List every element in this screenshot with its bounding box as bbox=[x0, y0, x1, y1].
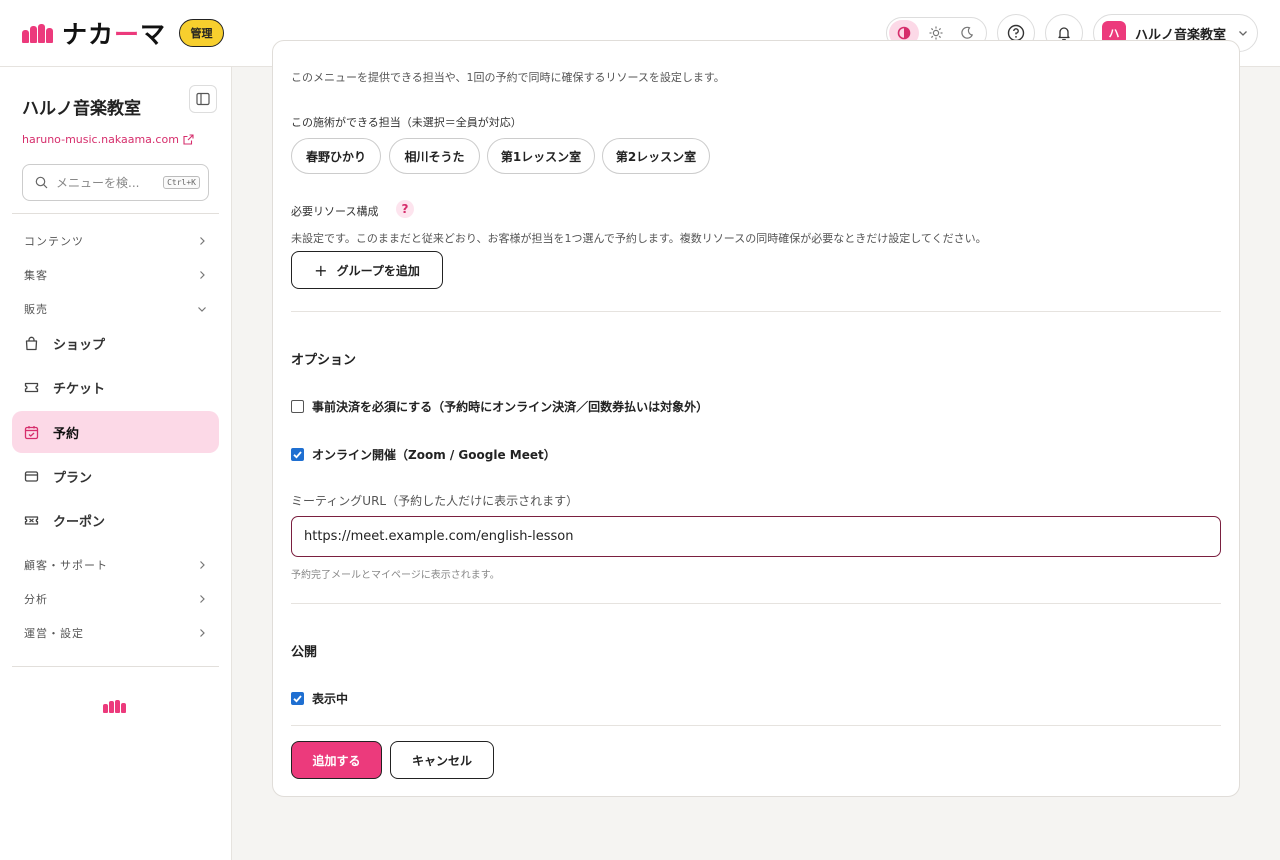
external-link-icon bbox=[183, 134, 194, 145]
chevron-right-icon bbox=[200, 595, 205, 603]
prepay-label: 事前決済を必須にする（予約時にオンライン決済／回数券払いは対象外） bbox=[312, 400, 709, 414]
sidebar-item-label: プラン bbox=[53, 470, 93, 486]
logo-text: ナカーマ bbox=[62, 20, 167, 49]
online-option[interactable]: オンライン開催（Zoom / Google Meet） bbox=[291, 446, 556, 463]
nakama-logo[interactable]: ナカーマ bbox=[22, 18, 167, 49]
sidebar-item-label: ショップ bbox=[53, 337, 106, 353]
shopping-bag-icon bbox=[25, 336, 38, 350]
chevron-right-icon bbox=[200, 271, 205, 279]
plus-icon: + bbox=[314, 260, 328, 280]
sidebar-group-analytics[interactable]: 分析 bbox=[12, 587, 219, 611]
resource-note: 未設定です。このままだと従来どおり、お客様が担当を1つ選んで予約します。複数リソ… bbox=[291, 232, 987, 245]
group-label: コンテンツ bbox=[24, 235, 84, 248]
staff-label: この施術ができる担当（未選択＝全員が対応） bbox=[291, 116, 522, 129]
meeting-url-input[interactable] bbox=[291, 516, 1221, 557]
sidebar-item-shop[interactable]: ショップ bbox=[12, 322, 219, 364]
bell-icon bbox=[1058, 27, 1070, 41]
prepay-option[interactable]: 事前決済を必須にする（予約時にオンライン決済／回数券払いは対象外） bbox=[291, 398, 708, 415]
meeting-url-label: ミーティングURL（予約した人だけに表示されます） bbox=[291, 494, 579, 508]
sidebar-item-label: クーポン bbox=[53, 514, 106, 530]
staff-chip[interactable]: 相川そうた bbox=[389, 138, 480, 174]
sidebar-group-sales[interactable]: 販売 bbox=[12, 297, 219, 321]
group-label: 販売 bbox=[24, 303, 48, 316]
help-question-icon[interactable]: ? bbox=[396, 200, 414, 218]
resource-description: このメニューを提供できる担当や、1回の予約で同時に確保するリソースを設定します。 bbox=[291, 71, 725, 84]
menu-search-input[interactable]: メニューを検... Ctrl+K bbox=[22, 164, 209, 201]
sidebar-site-title: ハルノ音楽教室 bbox=[22, 99, 141, 119]
cancel-button[interactable]: キャンセル bbox=[390, 741, 494, 779]
visible-checkbox[interactable] bbox=[291, 692, 304, 705]
contrast-icon bbox=[897, 26, 911, 40]
admin-badge: 管理 bbox=[179, 19, 224, 47]
options-title: オプション bbox=[291, 353, 357, 368]
sidebar-item-label: 予約 bbox=[53, 426, 80, 442]
calendar-check-icon bbox=[24, 425, 39, 439]
online-label: オンライン開催（Zoom / Google Meet） bbox=[312, 448, 556, 462]
visible-label: 表示中 bbox=[312, 692, 349, 706]
site-url-link[interactable]: haruno-music.nakaama.com bbox=[22, 133, 194, 146]
sidebar-divider bbox=[12, 213, 219, 214]
search-icon bbox=[35, 176, 48, 189]
publish-title: 公開 bbox=[291, 645, 318, 660]
chevron-right-icon bbox=[200, 561, 205, 569]
sidebar-item-coupon[interactable]: クーポン bbox=[12, 499, 219, 541]
group-label: 運営・設定 bbox=[24, 627, 84, 640]
chevron-right-icon bbox=[200, 629, 205, 637]
sidebar-group-contents[interactable]: コンテンツ bbox=[12, 229, 219, 253]
sidebar-group-operations[interactable]: 運営・設定 bbox=[12, 621, 219, 645]
sun-icon bbox=[929, 26, 942, 40]
chevron-down-icon bbox=[1239, 31, 1247, 36]
sidebar: ハルノ音楽教室 haruno-music.nakaama.com メニューを検.… bbox=[0, 67, 232, 860]
sidebar-group-marketing[interactable]: 集客 bbox=[12, 263, 219, 287]
section-divider bbox=[291, 311, 1221, 312]
sidebar-item-ticket[interactable]: チケット bbox=[12, 366, 219, 408]
chevron-down-icon bbox=[198, 307, 206, 312]
logo-people-icon bbox=[22, 23, 54, 43]
credit-card-icon bbox=[24, 470, 39, 482]
search-placeholder: メニューを検... bbox=[56, 176, 140, 190]
resource-config-label: 必要リソース構成 bbox=[291, 205, 379, 218]
sidebar-panel-icon bbox=[196, 92, 210, 106]
sidebar-item-label: チケット bbox=[53, 381, 106, 397]
sidebar-group-customers[interactable]: 顧客・サポート bbox=[12, 553, 219, 577]
coupon-icon bbox=[24, 515, 39, 525]
sidebar-divider bbox=[12, 666, 219, 667]
visible-option[interactable]: 表示中 bbox=[291, 690, 348, 707]
footer-logo-icon bbox=[103, 699, 127, 713]
sidebar-collapse-button[interactable] bbox=[189, 85, 217, 113]
online-checkbox[interactable] bbox=[291, 448, 304, 461]
staff-chip[interactable]: 第2レッスン室 bbox=[602, 138, 710, 174]
sidebar-item-reservation[interactable]: 予約 bbox=[12, 411, 219, 453]
prepay-checkbox[interactable] bbox=[291, 400, 304, 413]
site-url-text: haruno-music.nakaama.com bbox=[22, 133, 179, 146]
checkmark-icon bbox=[293, 451, 302, 459]
group-label: 顧客・サポート bbox=[24, 559, 108, 572]
sidebar-item-plan[interactable]: プラン bbox=[12, 455, 219, 497]
staff-chip[interactable]: 春野ひかり bbox=[291, 138, 381, 174]
checkmark-icon bbox=[293, 695, 302, 703]
add-group-label: グループを追加 bbox=[336, 263, 420, 278]
submit-add-button[interactable]: 追加する bbox=[291, 741, 382, 779]
moon-icon bbox=[961, 26, 974, 39]
chevron-right-icon bbox=[200, 237, 205, 245]
staff-chip[interactable]: 第1レッスン室 bbox=[487, 138, 595, 174]
menu-form-card: このメニューを提供できる担当や、1回の予約で同時に確保するリソースを設定します。… bbox=[272, 40, 1240, 797]
group-label: 集客 bbox=[24, 269, 48, 282]
meeting-url-hint: 予約完了メールとマイページに表示されます。 bbox=[291, 570, 500, 581]
group-label: 分析 bbox=[24, 593, 48, 606]
search-shortcut-hint: Ctrl+K bbox=[163, 176, 200, 189]
section-divider bbox=[291, 603, 1221, 604]
ticket-icon bbox=[24, 382, 39, 392]
section-divider bbox=[291, 725, 1221, 726]
add-group-button[interactable]: + グループを追加 bbox=[291, 251, 443, 289]
